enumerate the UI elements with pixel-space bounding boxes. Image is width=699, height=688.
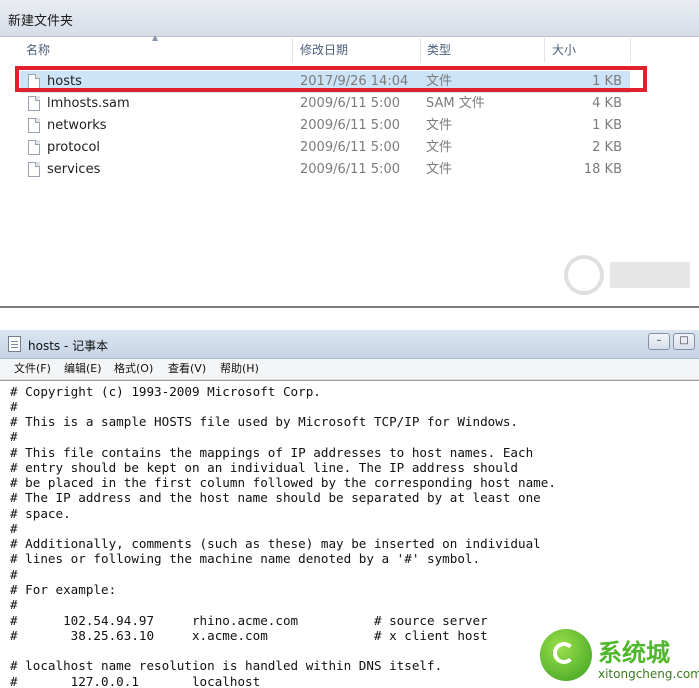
column-header-size[interactable]: 大小: [552, 38, 576, 62]
menu-format[interactable]: 格式(O): [114, 361, 153, 377]
text-line: #: [10, 399, 18, 414]
notepad-window: hosts - 记事本 – □ 文件(F) 编辑(E) 格式(O) 查看(V) …: [0, 330, 699, 688]
column-divider[interactable]: [420, 38, 421, 62]
file-size: 4 KB: [592, 96, 622, 111]
file-date: 2009/6/11 5:00: [300, 118, 400, 133]
text-line: #: [10, 521, 18, 536]
menu-file[interactable]: 文件(F): [14, 361, 51, 377]
text-line: # For example:: [10, 582, 117, 597]
column-header-name[interactable]: 名称: [26, 38, 50, 62]
file-date: 2009/6/11 5:00: [300, 162, 400, 177]
column-header-type[interactable]: 类型: [427, 38, 451, 62]
file-icon: [28, 118, 40, 133]
notepad-icon: [8, 336, 21, 352]
watermark-text: 系统城: [598, 638, 670, 667]
text-line: # space.: [10, 506, 71, 521]
text-line: # be placed in the first column followed…: [10, 475, 556, 490]
column-divider[interactable]: [544, 38, 545, 62]
menu-view[interactable]: 查看(V): [168, 361, 206, 377]
file-name: networks: [47, 118, 107, 133]
folder-title: 新建文件夹: [8, 14, 74, 29]
file-date: 2009/6/11 5:00: [300, 96, 400, 111]
explorer-title-bar: 新建文件夹: [0, 0, 699, 37]
notepad-title: hosts - 记事本: [28, 339, 109, 353]
text-line: # Additionally, comments (such as these)…: [10, 536, 541, 551]
text-line: # entry should be kept on an individual …: [10, 460, 518, 475]
text-line: # 127.0.0.1 localhost: [10, 674, 261, 688]
text-line: # 102.54.94.97 rhino.acme.com # source s…: [10, 613, 488, 628]
file-type: SAM 文件: [426, 96, 485, 111]
file-date: 2009/6/11 5:00: [300, 140, 400, 155]
notepad-title-bar[interactable]: hosts - 记事本 – □: [0, 330, 699, 359]
watermark-logo-faint: [564, 255, 690, 295]
file-name: protocol: [47, 140, 101, 155]
red-highlight-box: [15, 66, 647, 92]
column-header-date[interactable]: 修改日期: [300, 38, 348, 62]
text-line: # Copyright (c) 1993-2009 Microsoft Corp…: [10, 384, 321, 399]
text-line: # This is a sample HOSTS file used by Mi…: [10, 414, 518, 429]
file-row-protocol[interactable]: protocol 2009/6/11 5:00 文件 2 KB: [20, 137, 630, 159]
watermark-url: xitongcheng.com: [598, 667, 699, 681]
sort-ascending-icon: ▲: [152, 33, 159, 42]
file-icon: [28, 96, 40, 111]
text-line: # This file contains the mappings of IP …: [10, 445, 534, 460]
column-divider[interactable]: [292, 38, 293, 62]
text-line: # The IP address and the host name shoul…: [10, 490, 541, 505]
column-divider[interactable]: [630, 38, 631, 62]
maximize-icon[interactable]: □: [673, 333, 695, 350]
watermark-logo: 系统城 xitongcheng.com: [540, 627, 699, 688]
minimize-icon[interactable]: –: [648, 333, 670, 350]
text-line: #: [10, 567, 18, 582]
file-name: services: [47, 162, 101, 177]
file-icon: [28, 162, 40, 177]
file-icon: [28, 140, 40, 155]
file-size: 1 KB: [592, 118, 622, 133]
file-name: lmhosts.sam: [47, 96, 130, 111]
menu-edit[interactable]: 编辑(E): [64, 361, 102, 377]
text-line: # 38.25.63.10 x.acme.com # x client host: [10, 628, 488, 643]
menu-help[interactable]: 帮助(H): [220, 361, 259, 377]
explorer-window: 新建文件夹 ▲ 名称 修改日期 类型 大小 hosts 2017/9/26 14…: [0, 0, 699, 308]
file-row-lmhosts[interactable]: lmhosts.sam 2009/6/11 5:00 SAM 文件 4 KB: [20, 93, 630, 115]
file-type: 文件: [426, 162, 453, 177]
text-line: #: [10, 429, 18, 444]
text-line: # localhost name resolution is handled w…: [10, 658, 443, 673]
file-type: 文件: [426, 140, 453, 155]
file-size: 18 KB: [583, 162, 622, 177]
menu-bar: 文件(F) 编辑(E) 格式(O) 查看(V) 帮助(H): [0, 359, 699, 380]
file-size: 2 KB: [592, 140, 622, 155]
logo-icon: [540, 629, 592, 681]
file-row-services[interactable]: services 2009/6/11 5:00 文件 18 KB: [20, 159, 630, 181]
text-line: # lines or following the machine name de…: [10, 551, 481, 566]
file-type: 文件: [426, 118, 453, 133]
text-line: #: [10, 597, 18, 612]
file-row-networks[interactable]: networks 2009/6/11 5:00 文件 1 KB: [20, 115, 630, 137]
